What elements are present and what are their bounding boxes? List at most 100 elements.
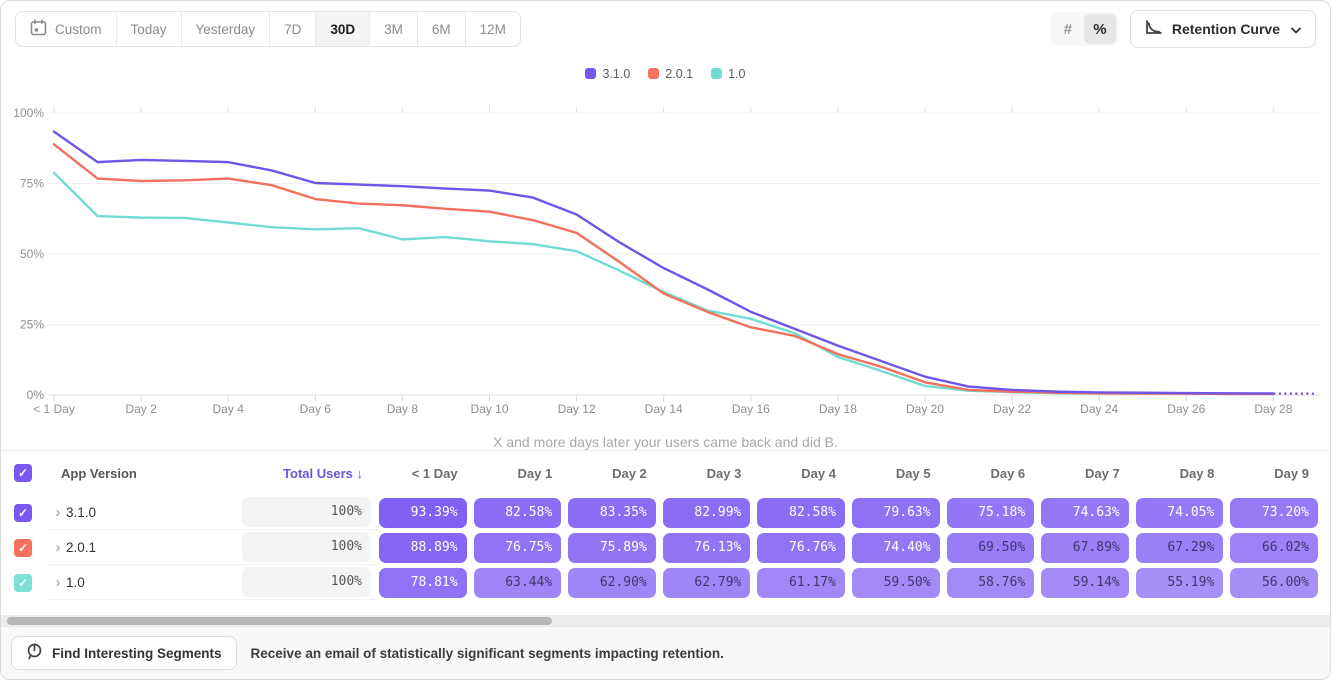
column-header-day-6[interactable]: Day 6: [947, 466, 1042, 481]
total-users-value: 100%: [242, 532, 371, 562]
row-checkbox-2.0.1[interactable]: ✓: [14, 539, 32, 557]
retention-table: ✓ App Version Total Users ↓ < 1 DayDay 1…: [1, 450, 1330, 615]
column-header-day-8[interactable]: Day 8: [1136, 466, 1231, 481]
find-interesting-segments-button[interactable]: Find Interesting Segments: [11, 636, 237, 670]
retention-cell-1.0-day3[interactable]: 62.79%: [663, 568, 751, 598]
range-button-7d[interactable]: 7D: [270, 12, 316, 46]
svg-text:50%: 50%: [20, 247, 44, 261]
range-button-today[interactable]: Today: [117, 12, 182, 46]
horizontal-scrollbar[interactable]: [1, 615, 1330, 626]
row-checkbox-cell: ✓: [8, 539, 48, 557]
row-checkbox-3.1.0[interactable]: ✓: [14, 504, 32, 522]
chart-type-dropdown[interactable]: Retention Curve: [1130, 10, 1316, 48]
table-row-1.0: ✓›1.0100%78.81%63.44%62.90%62.79%61.17%5…: [8, 565, 1323, 600]
retention-cell-2.0.1-day4[interactable]: 76.76%: [757, 533, 845, 563]
retention-cell-2.0.1-day9[interactable]: 66.02%: [1230, 533, 1318, 563]
value-format-toggle: # %: [1050, 12, 1118, 46]
legend-item-1.0[interactable]: 1.0: [711, 64, 745, 83]
legend-swatch-icon: [585, 68, 596, 79]
column-header-day-5[interactable]: Day 5: [852, 466, 947, 481]
range-button-yesterday[interactable]: Yesterday: [182, 12, 271, 46]
retention-cell-3.1.0-day6[interactable]: 75.18%: [947, 498, 1035, 528]
column-header--1-day[interactable]: < 1 Day: [379, 466, 474, 481]
retention-cell-3.1.0-day7[interactable]: 74.63%: [1041, 498, 1129, 528]
retention-cell-2.0.1-day1[interactable]: 76.75%: [474, 533, 562, 563]
svg-text:Day 10: Day 10: [470, 402, 508, 416]
row-checkbox-cell: ✓: [8, 574, 48, 592]
retention-cell-2.0.1-day3[interactable]: 76.13%: [663, 533, 751, 563]
svg-text:Day 12: Day 12: [558, 402, 596, 416]
retention-cell-3.1.0-day9[interactable]: 73.20%: [1230, 498, 1318, 528]
svg-text:Day 18: Day 18: [819, 402, 857, 416]
retention-cell-1.0-day4[interactable]: 61.17%: [757, 568, 845, 598]
retention-cell-2.0.1-day6[interactable]: 69.50%: [947, 533, 1035, 563]
range-button-30d[interactable]: 30D: [316, 12, 370, 46]
svg-text:Day 2: Day 2: [125, 402, 157, 416]
percent-button[interactable]: %: [1084, 14, 1116, 44]
retention-cell-1.0-day2[interactable]: 62.90%: [568, 568, 656, 598]
total-users-cell: 100%: [238, 495, 379, 530]
version-label: 1.0: [66, 575, 85, 590]
retention-cell-1.0-day0[interactable]: 78.81%: [379, 568, 467, 598]
expand-row-icon[interactable]: ›: [50, 575, 66, 590]
chart-subtitle: X and more days later your users came ba…: [1, 434, 1330, 450]
retention-cell-3.1.0-day2[interactable]: 83.35%: [568, 498, 656, 528]
row-checkbox-1.0[interactable]: ✓: [14, 574, 32, 592]
chart-type-label: Retention Curve: [1172, 21, 1280, 37]
column-header-day-4[interactable]: Day 4: [757, 466, 852, 481]
retention-line-chart: 0%25%50%75%100%< 1 DayDay 2Day 4Day 6Day…: [1, 83, 1331, 423]
range-button-12m[interactable]: 12M: [466, 12, 520, 46]
retention-cell-1.0-day5[interactable]: 59.50%: [852, 568, 940, 598]
svg-text:Day 14: Day 14: [645, 402, 683, 416]
column-header-day-1[interactable]: Day 1: [474, 466, 569, 481]
retention-cell-1.0-day9[interactable]: 56.00%: [1230, 568, 1318, 598]
retention-cell-3.1.0-day3[interactable]: 82.99%: [663, 498, 751, 528]
total-users-cell: 100%: [238, 530, 379, 565]
retention-cell-3.1.0-day5[interactable]: 79.63%: [852, 498, 940, 528]
footer-bar: Find Interesting Segments Receive an ema…: [1, 626, 1330, 679]
svg-text:Day 20: Day 20: [906, 402, 944, 416]
retention-cell-2.0.1-day2[interactable]: 75.89%: [568, 533, 656, 563]
column-header-day-3[interactable]: Day 3: [663, 466, 758, 481]
expand-row-icon[interactable]: ›: [50, 505, 66, 520]
column-header-total-users[interactable]: Total Users ↓: [238, 466, 379, 481]
retention-cell-3.1.0-day8[interactable]: 74.05%: [1136, 498, 1224, 528]
chevron-down-icon: [1291, 21, 1301, 37]
retention-cell-1.0-day8[interactable]: 55.19%: [1136, 568, 1224, 598]
range-button-3m[interactable]: 3M: [370, 12, 418, 46]
table-row-2.0.1: ✓ ›2.0.1100% 88.89%76.75%75.89%76.13%76.76…: [8, 530, 1323, 565]
scrollbar-thumb[interactable]: [7, 617, 552, 625]
retention-cell-2.0.1-day7[interactable]: 67.89%: [1041, 533, 1129, 563]
table-body: ✓›3.1.0100%93.39%82.58%83.35%82.99%82.58…: [8, 495, 1323, 600]
retention-cell-2.0.1-day5[interactable]: 74.40%: [852, 533, 940, 563]
retention-report-panel: CustomTodayYesterday7D30D3M6M12M # % Ret…: [0, 0, 1331, 680]
select-all-checkbox[interactable]: ✓: [14, 464, 32, 482]
retention-cell-3.1.0-day1[interactable]: 82.58%: [474, 498, 562, 528]
column-header-day-7[interactable]: Day 7: [1041, 466, 1136, 481]
expand-row-icon[interactable]: ›: [50, 540, 66, 555]
check-icon: ✓: [18, 541, 28, 555]
column-header-day-2[interactable]: Day 2: [568, 466, 663, 481]
retention-cell-3.1.0-day4[interactable]: 82.58%: [757, 498, 845, 528]
row-checkbox-cell: ✓: [8, 504, 48, 522]
version-label: 3.1.0: [66, 505, 96, 520]
column-header-day-9[interactable]: Day 9: [1230, 466, 1325, 481]
footer-message: Receive an email of statistically signif…: [251, 646, 724, 661]
version-cell: ›2.0.1: [48, 530, 238, 565]
range-button-custom[interactable]: Custom: [16, 12, 117, 46]
retention-cell-2.0.1-day8[interactable]: 67.29%: [1136, 533, 1224, 563]
calendar-icon: [30, 19, 47, 39]
absolute-numbers-button[interactable]: #: [1052, 14, 1084, 44]
svg-text:Day 6: Day 6: [300, 402, 332, 416]
legend-item-2.0.1[interactable]: 2.0.1: [648, 64, 693, 83]
retention-cell-1.0-day7[interactable]: 59.14%: [1041, 568, 1129, 598]
retention-cell-2.0.1-day0[interactable]: 88.89%: [379, 533, 467, 563]
retention-cell-1.0-day1[interactable]: 63.44%: [474, 568, 562, 598]
version-cell: ›3.1.0: [48, 495, 238, 530]
retention-cell-3.1.0-day0[interactable]: 93.39%: [379, 498, 467, 528]
retention-cell-1.0-day6[interactable]: 58.76%: [947, 568, 1035, 598]
range-button-6m[interactable]: 6M: [418, 12, 466, 46]
svg-text:Day 28: Day 28: [1254, 402, 1292, 416]
legend-item-3.1.0[interactable]: 3.1.0: [585, 64, 630, 83]
find-segments-icon: [26, 643, 43, 663]
